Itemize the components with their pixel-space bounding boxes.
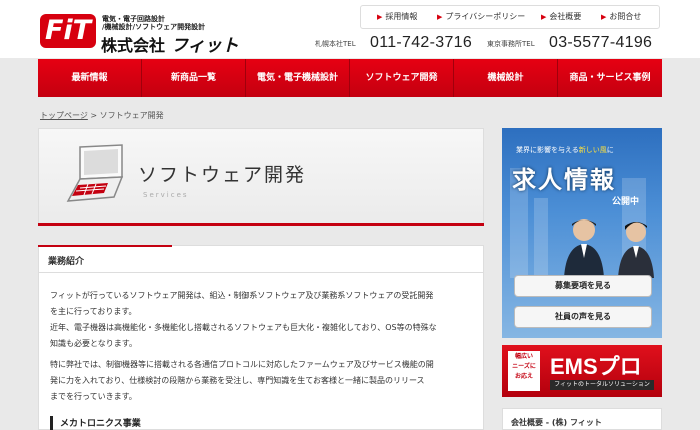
section-accent-bar bbox=[38, 245, 172, 247]
tagline-text: に bbox=[606, 146, 614, 154]
company-info-title: 会社概要 - (株) フィット bbox=[511, 418, 602, 427]
tel-label: 東京事務所TEL bbox=[487, 40, 535, 48]
nav-software[interactable]: ソフトウェア開発 bbox=[350, 59, 454, 97]
paragraph-line: 近年、電子機器は高機能化・多機能化し搭載されるソフトウェアも巨大化・複雑化してお… bbox=[50, 323, 437, 332]
toplink-recruit[interactable]: ▶ 採用情報 bbox=[377, 6, 417, 28]
company-prefix: 株式会社 bbox=[101, 38, 166, 55]
section-title: 業務紹介 bbox=[48, 257, 85, 267]
ems-subtitle: フィットのトータルソリューション bbox=[550, 380, 654, 390]
toplink-label: 採用情報 bbox=[385, 12, 418, 21]
tel-sapporo: 札幌本社TEL 011-742-3716 bbox=[315, 34, 475, 54]
page-subtitle: Services bbox=[143, 191, 189, 199]
subsection-title: メカトロニクス事業 bbox=[50, 416, 141, 430]
tel-number[interactable]: 011-742-3716 bbox=[370, 34, 472, 52]
toplink-label: プライバシーポリシー bbox=[445, 12, 526, 21]
paragraph-line: 知識も必要となります。 bbox=[50, 339, 137, 348]
paragraph-line: 特に弊社では、制御機器等に搭載される各通信プロトコルに対応したファームウェア及び… bbox=[50, 360, 434, 369]
section-header: 業務紹介 bbox=[38, 245, 484, 273]
business-people-icon bbox=[564, 219, 654, 278]
paragraph-line: フィットが行っているソフトウェア開発は、組込・制御系ソフトウェア及び業務系ソフト… bbox=[50, 291, 434, 300]
nav-new-products[interactable]: 新商品一覧 bbox=[142, 59, 246, 97]
paragraph-line: を主に行っております。 bbox=[50, 307, 137, 316]
recruit-open: 公開中 bbox=[612, 197, 640, 207]
recruit-title: 求人情報 bbox=[512, 166, 616, 194]
page-title: ソフトウェア開発 bbox=[138, 164, 307, 186]
breadcrumb-separator: > bbox=[90, 111, 98, 120]
building-shape bbox=[534, 198, 548, 278]
view-staff-voice-button[interactable]: 社員の声を見る bbox=[514, 306, 652, 328]
breadcrumb-current: ソフトウェア開発 bbox=[99, 111, 164, 120]
toplink-label: お問合せ bbox=[609, 12, 642, 21]
tagline-text: 業界に影響を与える bbox=[516, 146, 579, 154]
top-links-bar: ▶ 採用情報 ▶ プライバシーポリシー ▶ 会社概要 ▶ お問合せ bbox=[360, 5, 660, 29]
ems-title: EMSプロ bbox=[550, 354, 642, 379]
toplink-contact[interactable]: ▶ お問合せ bbox=[601, 6, 641, 28]
laptop-icon bbox=[66, 144, 124, 202]
site-header: FiT 電気・電子回路設計 /機械設計/ソフトウェア開発設計 株式会社 フィット … bbox=[0, 0, 700, 58]
toplink-privacy[interactable]: ▶ プライバシーポリシー bbox=[437, 6, 525, 28]
nav-mechanical-design[interactable]: 機械設計 bbox=[454, 59, 558, 97]
hero-underline bbox=[38, 223, 484, 226]
tel-number[interactable]: 03-5577-4196 bbox=[549, 34, 652, 52]
recruit-tagline: 業界に影響を与える新しい風に bbox=[516, 145, 614, 155]
logo-mark: FiT bbox=[44, 15, 92, 46]
logo-tagline-1: 電気・電子回路設計 bbox=[102, 15, 165, 23]
nav-cases[interactable]: 商品・サービス事例 bbox=[558, 59, 662, 97]
arrow-icon: ▶ bbox=[377, 13, 383, 21]
tel-label: 札幌本社TEL bbox=[315, 40, 356, 48]
main-nav: 最新情報 新商品一覧 電気・電子機械設計 ソフトウェア開発 機械設計 商品・サー… bbox=[38, 59, 662, 97]
ems-banner[interactable]: 幅広い ニーズに お応え EMSプロ フィットのトータルソリューション bbox=[502, 345, 662, 397]
nav-electrical-design[interactable]: 電気・電子機械設計 bbox=[246, 59, 350, 97]
site-logo[interactable]: FiT bbox=[40, 14, 96, 48]
company-brand: フィット bbox=[171, 36, 239, 55]
breadcrumb: トップページ > ソフトウェア開発 bbox=[40, 110, 164, 121]
tel-tokyo: 東京事務所TEL 03-5577-4196 bbox=[487, 34, 667, 54]
logo-tagline-2: /機械設計/ソフトウェア開発設計 bbox=[102, 23, 206, 31]
paragraph-line: 発に力を入れており、仕様検討の段階から業務を受注し、専門知識を生てお客様と一緒に… bbox=[50, 376, 425, 385]
toplink-company[interactable]: ▶ 会社概要 bbox=[541, 6, 581, 28]
view-requirements-button[interactable]: 募集要項を見る bbox=[514, 275, 652, 297]
arrow-icon: ▶ bbox=[437, 13, 443, 21]
breadcrumb-home[interactable]: トップページ bbox=[40, 111, 88, 120]
tagline-highlight: 新しい風 bbox=[578, 146, 607, 154]
company-info-box: 会社概要 - (株) フィット bbox=[502, 408, 662, 430]
ems-badge: 幅広い ニーズに お応え bbox=[508, 351, 540, 391]
arrow-icon: ▶ bbox=[601, 13, 607, 21]
nav-news[interactable]: 最新情報 bbox=[38, 59, 142, 97]
company-name: 株式会社 フィット bbox=[101, 31, 239, 56]
toplink-label: 会社概要 bbox=[549, 12, 582, 21]
arrow-icon: ▶ bbox=[541, 13, 547, 21]
paragraph-line: までを行っていきます。 bbox=[50, 392, 137, 401]
